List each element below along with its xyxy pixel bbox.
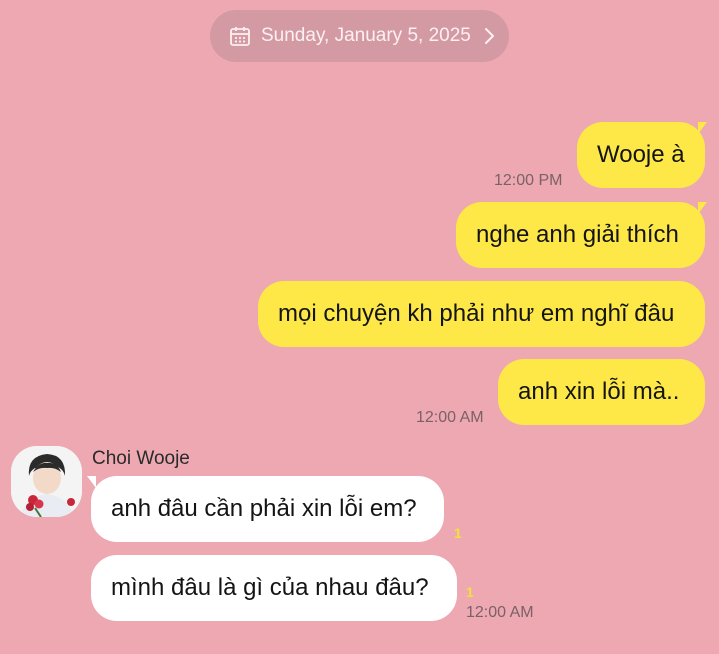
outgoing-message-bubble[interactable]: anh xin lỗi mà.. bbox=[498, 359, 705, 425]
bubble-tail bbox=[87, 476, 96, 488]
date-label: Sunday, January 5, 2025 bbox=[261, 25, 471, 46]
calendar-icon bbox=[229, 25, 251, 47]
message-timestamp: 12:00 AM bbox=[416, 409, 484, 426]
outgoing-message-bubble[interactable]: Wooje à bbox=[577, 122, 705, 188]
incoming-message-bubble[interactable]: anh đâu cần phải xin lỗi em? bbox=[91, 476, 444, 542]
message-text: anh đâu cần phải xin lỗi em? bbox=[111, 495, 417, 522]
message-timestamp: 12:00 PM bbox=[494, 172, 563, 189]
date-header[interactable]: Sunday, January 5, 2025 bbox=[210, 10, 509, 62]
message-text: anh xin lỗi mà.. bbox=[518, 378, 680, 405]
incoming-message-bubble[interactable]: mình đâu là gì của nhau đâu? bbox=[91, 555, 457, 621]
bubble-tail bbox=[698, 202, 707, 214]
message-text: mọi chuyện kh phải như em nghĩ đâu bbox=[278, 300, 675, 327]
unread-count: 1 bbox=[454, 525, 462, 541]
unread-count: 1 bbox=[466, 584, 474, 600]
outgoing-message-bubble[interactable]: mọi chuyện kh phải như em nghĩ đâu bbox=[258, 281, 705, 347]
message-text: Wooje à bbox=[597, 141, 685, 168]
sender-name: Choi Wooje bbox=[92, 448, 190, 469]
message-text: mình đâu là gì của nhau đâu? bbox=[111, 574, 429, 601]
avatar[interactable] bbox=[11, 446, 82, 517]
outgoing-message-bubble[interactable]: nghe anh giải thích bbox=[456, 202, 705, 268]
chevron-right-icon bbox=[483, 27, 495, 45]
bubble-tail bbox=[698, 122, 707, 134]
message-text: nghe anh giải thích bbox=[476, 221, 679, 248]
message-timestamp: 12:00 AM bbox=[466, 604, 534, 621]
